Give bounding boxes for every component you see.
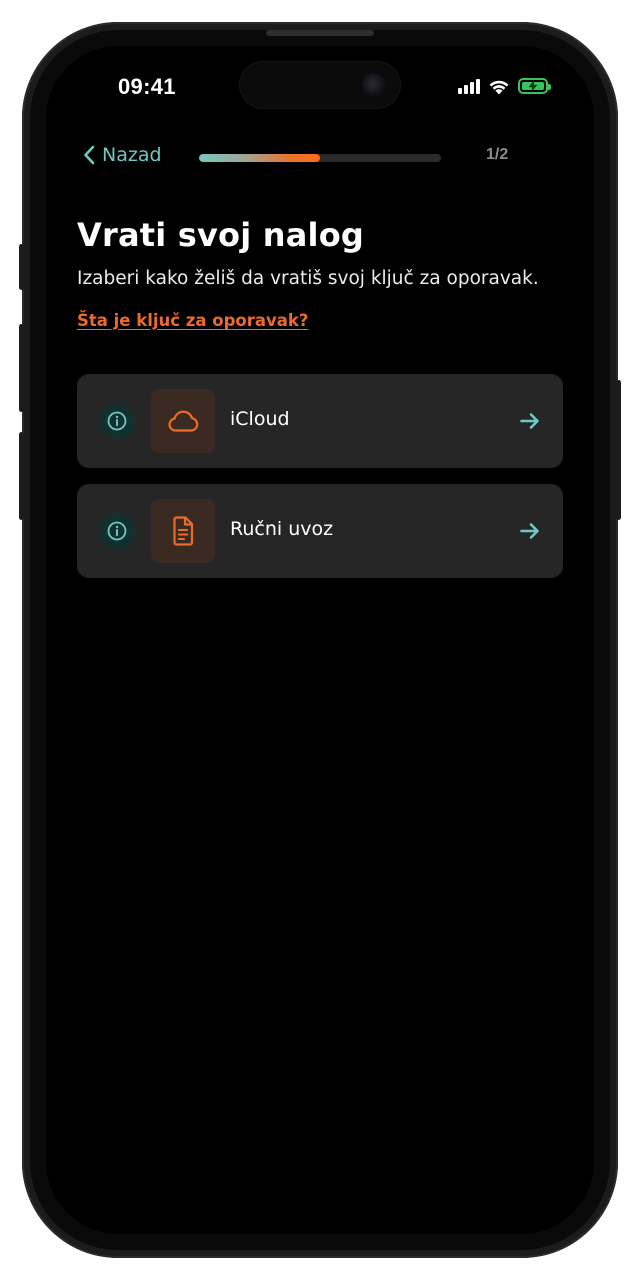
option-label: iCloud bbox=[230, 408, 290, 430]
progress-fill bbox=[199, 154, 320, 162]
app-screen: 09:41 Nazad 1/2 Vrati svoj nalog Izaberi… bbox=[46, 46, 594, 1234]
status-time: 09:41 bbox=[118, 74, 176, 99]
page-subtitle: Izaberi kako želiš da vratiš svoj ključ … bbox=[77, 268, 539, 289]
status-icons bbox=[458, 75, 551, 97]
info-glyph bbox=[107, 521, 127, 541]
progress-bar bbox=[199, 154, 441, 162]
signal-bars-icon bbox=[458, 78, 480, 94]
option-manual-import[interactable]: Ručni uvoz bbox=[77, 484, 563, 578]
wifi-icon bbox=[489, 80, 509, 94]
page-title: Vrati svoj nalog bbox=[77, 216, 364, 254]
bolt-icon bbox=[528, 80, 538, 92]
cloud-icon-box bbox=[151, 389, 215, 453]
speaker-grille bbox=[266, 30, 374, 36]
info-icon[interactable] bbox=[99, 403, 135, 439]
chevron-left-icon bbox=[84, 145, 95, 165]
back-label: Nazad bbox=[102, 144, 162, 166]
option-label: Ručni uvoz bbox=[230, 518, 334, 540]
power-button bbox=[616, 380, 621, 520]
info-glyph bbox=[107, 411, 127, 431]
volume-down-button bbox=[19, 432, 24, 520]
front-camera bbox=[362, 73, 386, 97]
volume-up-button bbox=[19, 324, 24, 412]
document-icon bbox=[173, 516, 194, 546]
back-button[interactable]: Nazad bbox=[82, 144, 162, 166]
step-indicator: 1/2 bbox=[486, 146, 509, 163]
cloud-icon bbox=[168, 410, 199, 432]
arrow-right-icon bbox=[520, 523, 539, 539]
option-icloud[interactable]: iCloud bbox=[77, 374, 563, 468]
dynamic-island bbox=[240, 62, 400, 108]
recovery-key-help-link[interactable]: Šta je ključ za oporavak? bbox=[77, 311, 308, 330]
arrow-right-icon bbox=[520, 413, 539, 429]
action-button bbox=[19, 244, 24, 290]
top-navigation: Nazad 1/2 bbox=[82, 144, 522, 174]
info-icon[interactable] bbox=[99, 513, 135, 549]
battery-charging-icon bbox=[518, 78, 551, 94]
document-icon-box bbox=[151, 499, 215, 563]
